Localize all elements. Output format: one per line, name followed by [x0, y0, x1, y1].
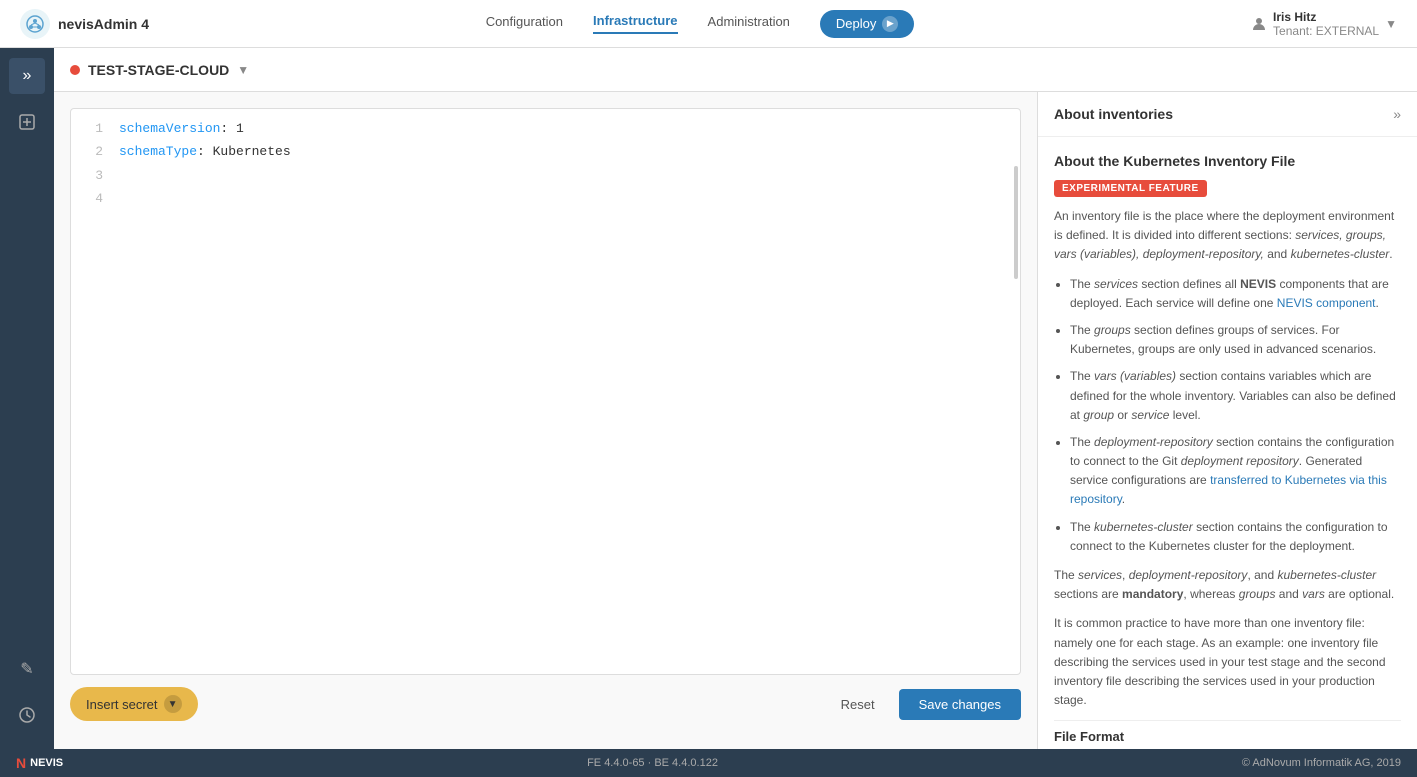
- user-area: Iris Hitz Tenant: EXTERNAL ▼: [1251, 10, 1397, 38]
- version-info: FE 4.4.0-65 · BE 4.4.0.122: [587, 757, 718, 769]
- help-list-item-groups: The groups section defines groups of ser…: [1070, 321, 1401, 359]
- app-name: nevisAdmin 4: [58, 16, 149, 32]
- nevis-label: NEVIS: [30, 757, 63, 769]
- play-icon: ▶: [882, 16, 898, 32]
- content-area: TEST-STAGE-CLOUD ▼ 1 2 3 4 schemaVersion…: [54, 48, 1417, 749]
- bottom-bar-center: FE 4.4.0-65 · BE 4.4.0.122: [587, 757, 718, 769]
- editor-box[interactable]: 1 2 3 4 schemaVersion: 1 schemaType: Kub…: [70, 108, 1021, 675]
- inventory-status-badge: [70, 65, 80, 75]
- app-logo-icon: [20, 9, 50, 39]
- inventory-dropdown-icon[interactable]: ▼: [237, 63, 249, 77]
- sidebar-edit-btn[interactable]: ✎: [9, 651, 45, 687]
- transferred-link[interactable]: transferred to Kubernetes via this repos…: [1070, 473, 1387, 506]
- insert-secret-button[interactable]: Insert secret ▼: [70, 687, 198, 721]
- help-title: About inventories: [1054, 106, 1173, 122]
- sidebar-expand-btn[interactable]: »: [9, 58, 45, 94]
- nevis-component-link[interactable]: NEVIS component: [1277, 296, 1376, 310]
- nevis-n-icon: N: [16, 755, 26, 771]
- experimental-badge: EXPERIMENTAL FEATURE: [1054, 180, 1207, 197]
- sidebar-bottom: ✎: [9, 651, 45, 749]
- help-expand-icon[interactable]: »: [1393, 106, 1401, 122]
- help-list-item-vars: The vars (variables) section contains va…: [1070, 367, 1401, 425]
- sidebar-add-btn[interactable]: [9, 104, 45, 140]
- top-navigation: nevisAdmin 4 Configuration Infrastructur…: [0, 0, 1417, 48]
- code-editor[interactable]: schemaVersion: 1 schemaType: Kubernetes: [111, 117, 1020, 666]
- username: Iris Hitz: [1273, 10, 1379, 24]
- nevis-logo: N NEVIS: [16, 755, 63, 771]
- editor-scrollbar[interactable]: [1014, 166, 1018, 279]
- bottom-bar-left: N NEVIS: [16, 755, 63, 771]
- add-icon: [18, 113, 36, 131]
- tenant: Tenant: EXTERNAL: [1273, 24, 1379, 38]
- bottom-bar-right: © AdNovum Informatik AG, 2019: [1242, 757, 1401, 769]
- user-icon: [1251, 16, 1267, 32]
- edit-icon: ✎: [20, 659, 33, 679]
- deploy-button[interactable]: Deploy ▶: [820, 10, 914, 38]
- editor-inner: 1 2 3 4 schemaVersion: 1 schemaType: Kub…: [71, 109, 1020, 674]
- copyright: © AdNovum Informatik AG, 2019: [1242, 757, 1401, 769]
- help-para-mandatory: The services, deployment-repository, and…: [1054, 566, 1401, 604]
- reset-button[interactable]: Reset: [829, 689, 887, 720]
- save-button[interactable]: Save changes: [899, 689, 1021, 720]
- insert-secret-label: Insert secret: [86, 697, 158, 712]
- help-list-item-deployment-repo: The deployment-repository section contai…: [1070, 433, 1401, 510]
- nav-links: Configuration Infrastructure Administrat…: [179, 10, 1221, 38]
- nav-infrastructure[interactable]: Infrastructure: [593, 13, 678, 34]
- help-list-item-services: The services section defines all NEVIS c…: [1070, 275, 1401, 313]
- expand-icon: »: [23, 67, 32, 85]
- file-format-title: File Format: [1054, 720, 1401, 744]
- help-para-1: An inventory file is the place where the…: [1054, 207, 1401, 265]
- inventory-header: TEST-STAGE-CLOUD ▼: [54, 48, 1417, 92]
- deploy-label: Deploy: [836, 16, 876, 31]
- help-section-title: About the Kubernetes Inventory File: [1054, 153, 1401, 169]
- nav-configuration[interactable]: Configuration: [486, 14, 563, 33]
- help-header: About inventories »: [1038, 92, 1417, 137]
- user-dropdown-icon[interactable]: ▼: [1385, 17, 1397, 31]
- help-body: About the Kubernetes Inventory File EXPE…: [1038, 137, 1417, 749]
- line-numbers: 1 2 3 4: [71, 117, 111, 666]
- sidebar: » ✎: [0, 48, 54, 749]
- bottom-bar: N NEVIS FE 4.4.0-65 · BE 4.4.0.122 © AdN…: [0, 749, 1417, 777]
- nav-administration[interactable]: Administration: [708, 14, 790, 33]
- sidebar-history-btn[interactable]: [9, 697, 45, 733]
- inventory-name: TEST-STAGE-CLOUD: [88, 62, 229, 78]
- editor-help-layout: 1 2 3 4 schemaVersion: 1 schemaType: Kub…: [54, 92, 1417, 749]
- history-icon: [18, 706, 36, 724]
- app-logo: nevisAdmin 4: [20, 9, 149, 39]
- main-layout: » ✎ TEST-STAGE-CLOUD: [0, 48, 1417, 749]
- help-panel: About inventories » About the Kubernetes…: [1037, 92, 1417, 749]
- help-list: The services section defines all NEVIS c…: [1054, 275, 1401, 556]
- help-para-common: It is common practice to have more than …: [1054, 614, 1401, 710]
- user-info: Iris Hitz Tenant: EXTERNAL: [1273, 10, 1379, 38]
- editor-footer: Insert secret ▼ Reset Save changes: [70, 675, 1021, 733]
- help-list-item-k8s-cluster: The kubernetes-cluster section contains …: [1070, 518, 1401, 556]
- insert-secret-dropdown-icon[interactable]: ▼: [164, 695, 182, 713]
- editor-container: 1 2 3 4 schemaVersion: 1 schemaType: Kub…: [54, 92, 1037, 749]
